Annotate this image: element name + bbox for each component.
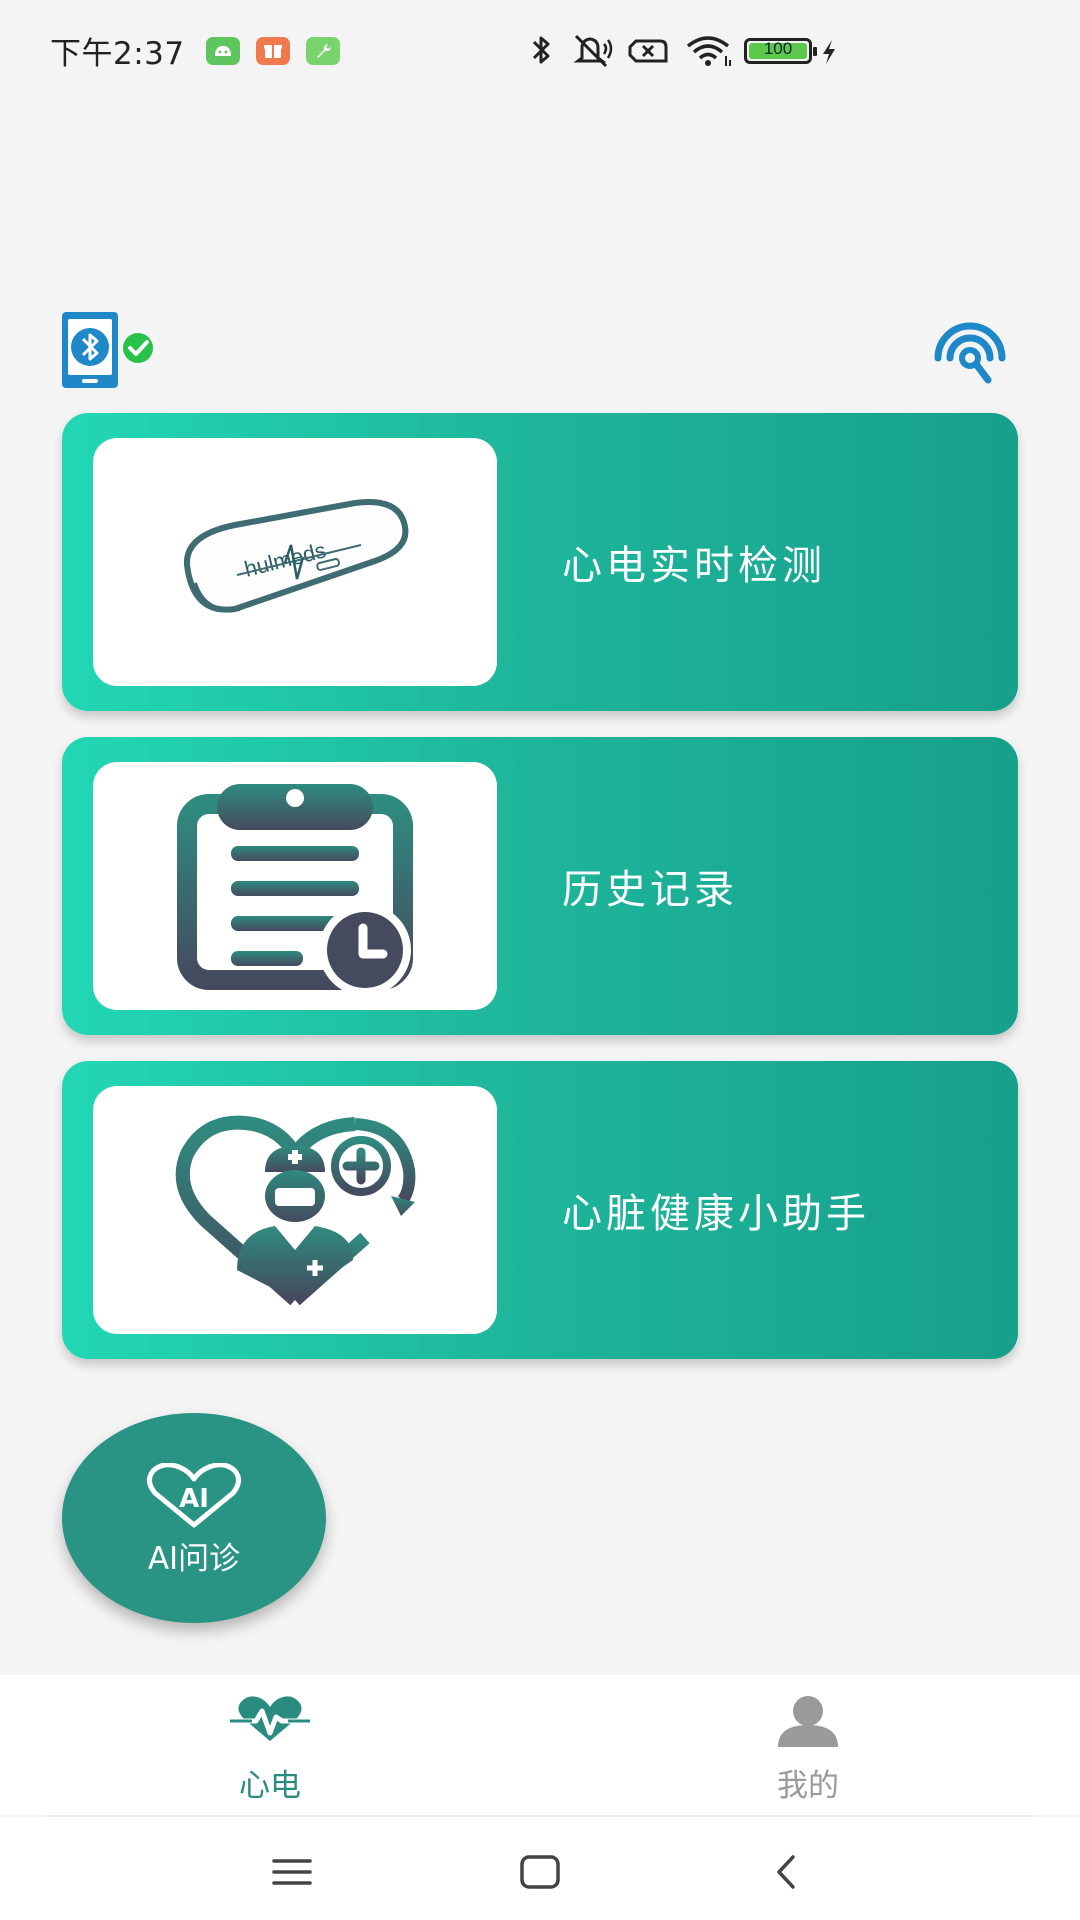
menu-icon[interactable] — [262, 1847, 322, 1897]
card-label: 心电实时检测 — [562, 543, 826, 589]
wifi-icon — [686, 36, 731, 66]
status-bar: 下午2:37 100 — [0, 0, 1080, 100]
status-time: 下午2:37 — [50, 36, 185, 72]
back-icon[interactable] — [757, 1847, 817, 1897]
gift-icon — [256, 37, 290, 65]
tab-ecg-label: 心电 — [239, 1768, 301, 1804]
tab-mine-label: 我的 — [777, 1768, 839, 1804]
person-icon — [778, 1696, 838, 1747]
home-icon[interactable] — [510, 1847, 570, 1897]
history-card[interactable]: 历史记录 — [62, 737, 1018, 1035]
battery-icon: 100 — [744, 38, 817, 64]
heart-assistant-card[interactable]: 心脏健康小助手 — [62, 1061, 1018, 1359]
wrench-icon — [306, 37, 340, 65]
mute-icon — [573, 34, 613, 68]
card-image — [93, 1086, 497, 1334]
clipboard-history-icon — [177, 784, 413, 996]
doctor-heart-icon — [175, 1115, 416, 1306]
card-image — [93, 762, 497, 1010]
bottom-nav: 心电 我的 — [0, 1675, 1080, 1815]
bluetooth-icon — [532, 36, 550, 64]
ecg-realtime-card[interactable]: hulmeds 心电实时检测 — [62, 413, 1018, 711]
card-label: 历史记录 — [562, 867, 738, 913]
tab-mine[interactable]: 我的 — [658, 1675, 958, 1815]
android-icon — [206, 37, 240, 65]
ai-consult-button[interactable]: AI AI问诊 — [62, 1413, 326, 1623]
ai-consult-label: AI问诊 — [147, 1541, 241, 1577]
charging-icon — [823, 40, 835, 64]
card-image: hulmeds — [93, 438, 497, 686]
system-nav-bar — [0, 1817, 1080, 1920]
bluetooth-device-icon[interactable] — [60, 310, 160, 392]
ai-heart-icon: AI — [147, 1463, 241, 1528]
card-label: 心脏健康小助手 — [562, 1191, 870, 1237]
nfc-icon[interactable] — [930, 318, 1010, 384]
tab-ecg[interactable]: 心电 — [120, 1675, 420, 1815]
ecg-device-icon: hulmeds — [183, 499, 409, 613]
battery-level: 100 — [763, 39, 793, 58]
heart-pulse-icon — [230, 1696, 310, 1741]
sim-off-icon — [628, 39, 668, 63]
ai-icon-text: AI — [179, 1484, 209, 1514]
